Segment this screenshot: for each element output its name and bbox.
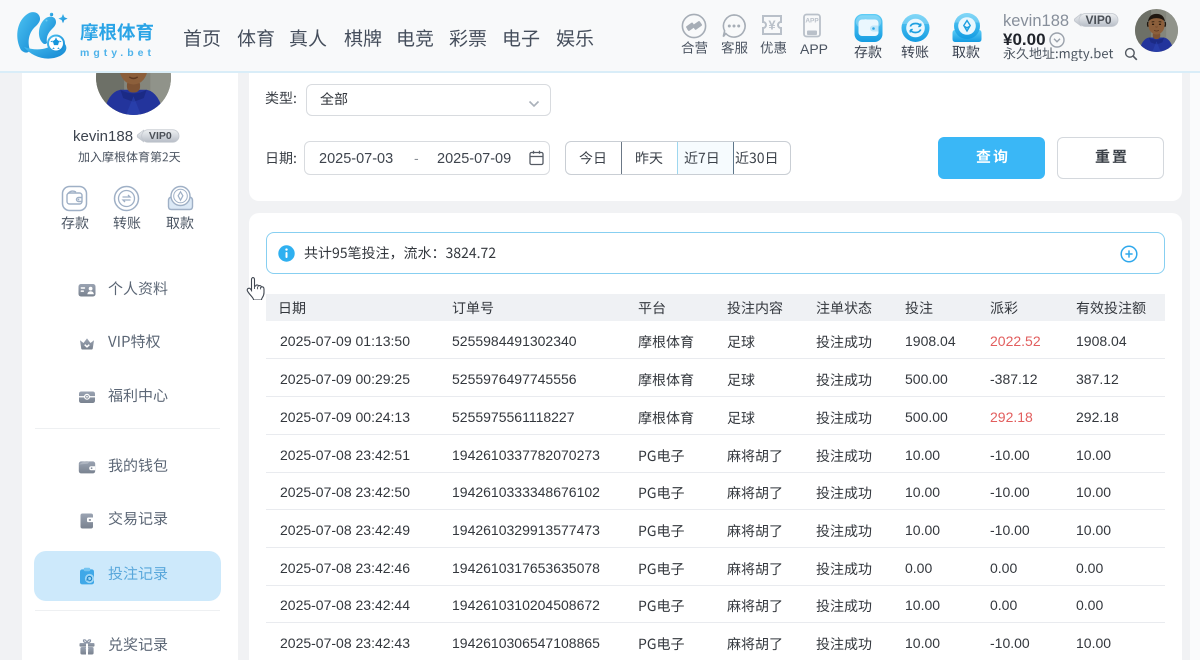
svg-text:VIP0: VIP0 bbox=[1085, 13, 1111, 27]
svg-text:¥: ¥ bbox=[768, 18, 776, 33]
svg-text:APP: APP bbox=[805, 18, 819, 25]
svg-text:VIP0: VIP0 bbox=[149, 130, 172, 142]
